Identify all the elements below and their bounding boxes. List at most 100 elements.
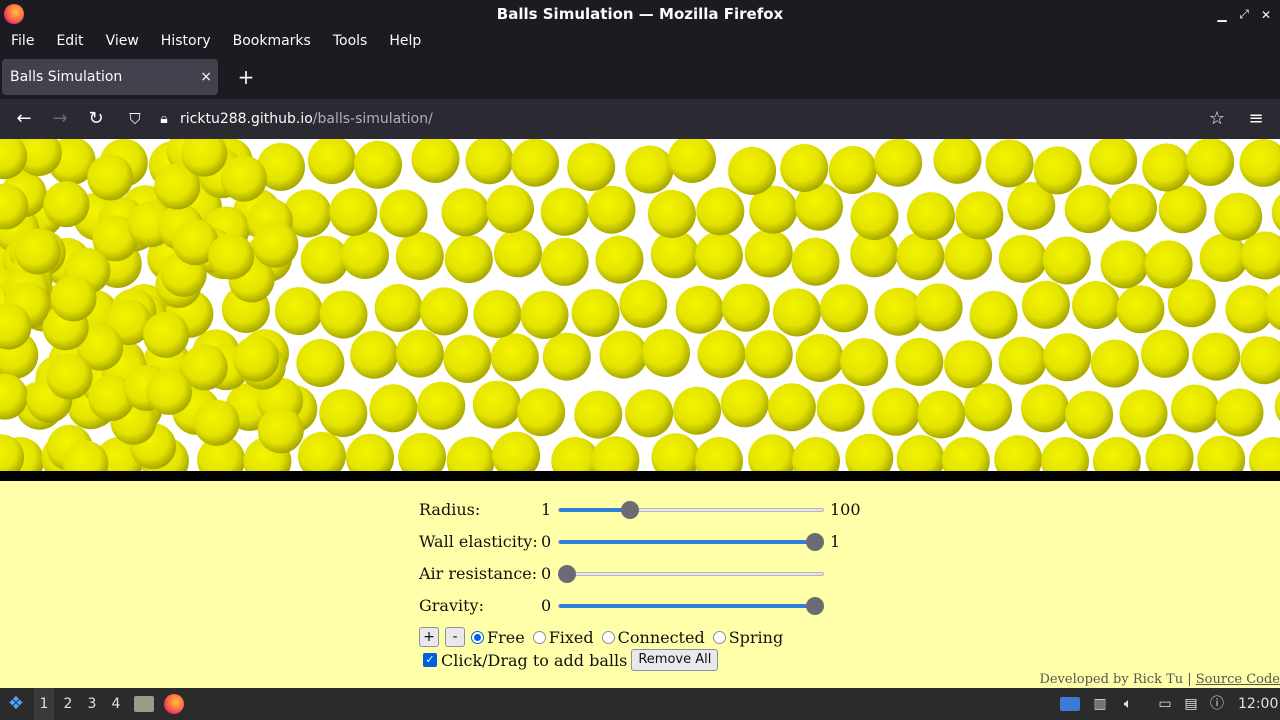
- ball: [443, 334, 492, 383]
- tab-close-icon[interactable]: ×: [200, 59, 212, 95]
- ball: [329, 188, 378, 236]
- gravity-label: Gravity:: [419, 596, 484, 615]
- remove-all-button[interactable]: Remove All: [631, 649, 719, 671]
- ball: [486, 185, 534, 233]
- ball: [941, 437, 990, 471]
- ball: [520, 290, 569, 339]
- simulation-canvas[interactable]: [0, 139, 1280, 471]
- back-arrow-icon[interactable]: ←: [12, 107, 36, 131]
- credit-text: Developed by Rick Tu |: [1039, 672, 1192, 687]
- remove-ball-button[interactable]: -: [445, 627, 465, 647]
- radius-slider[interactable]: [558, 501, 824, 519]
- file-manager-icon[interactable]: [134, 696, 154, 712]
- clipboard-icon[interactable]: ▤: [1182, 688, 1200, 720]
- mode-fixed-radio[interactable]: Fixed: [532, 628, 594, 647]
- radio-circle[interactable]: [712, 630, 726, 644]
- ball: [354, 140, 402, 189]
- workspace-1[interactable]: 1: [34, 688, 54, 720]
- bookmark-star-icon[interactable]: ☆: [1205, 107, 1229, 131]
- hamburger-menu-icon[interactable]: ≡: [1244, 107, 1268, 131]
- ball: [792, 437, 840, 471]
- ball: [795, 334, 844, 382]
- ball: [446, 436, 495, 471]
- ball: [994, 435, 1043, 471]
- menu-tools[interactable]: Tools: [322, 29, 379, 53]
- menu-file[interactable]: File: [0, 29, 45, 53]
- radio-circle[interactable]: [471, 630, 484, 644]
- workspace-3[interactable]: 3: [82, 688, 102, 720]
- start-menu-icon[interactable]: ❖: [4, 688, 28, 720]
- source-code-link[interactable]: Source Code: [1196, 672, 1280, 687]
- tab-label: Balls Simulation: [10, 69, 123, 85]
- ball: [1119, 389, 1168, 438]
- volume-icon[interactable]: 🔈︎: [1120, 688, 1136, 720]
- mode-free-radio[interactable]: Free: [471, 628, 525, 647]
- ball: [998, 234, 1047, 283]
- ball: [43, 181, 90, 228]
- mode-spring-radio[interactable]: Spring: [712, 628, 783, 647]
- ball: [346, 433, 394, 471]
- ball: [193, 399, 240, 446]
- ball: [964, 383, 1013, 432]
- ball: [872, 387, 921, 436]
- ball: [1090, 339, 1139, 388]
- lock-icon[interactable]: 🔒︎: [152, 107, 176, 131]
- radius-slider-fill: [559, 508, 631, 512]
- ball: [1100, 240, 1149, 289]
- ball: [1021, 384, 1069, 433]
- click-drag-checkbox[interactable]: ✓: [423, 653, 437, 667]
- ball: [744, 330, 793, 379]
- workspace-4[interactable]: 4: [106, 688, 126, 720]
- update-icon[interactable]: ⓘ: [1208, 688, 1226, 720]
- ball: [907, 192, 955, 241]
- navigation-bar: ← → ↻ ⛉ 🔒︎ ricktu288.github.io/balls-sim…: [0, 99, 1280, 139]
- url-bar[interactable]: ricktu288.github.io/balls-simulation/: [180, 99, 433, 139]
- desktop-icon[interactable]: [1060, 697, 1080, 711]
- ball: [379, 189, 428, 238]
- air-resistance-slider-thumb[interactable]: [557, 565, 576, 583]
- firefox-taskbar-icon[interactable]: [164, 694, 184, 714]
- ball: [1144, 240, 1193, 289]
- forward-arrow-icon[interactable]: →: [48, 107, 72, 131]
- maximize-icon[interactable]: ⤢: [1238, 7, 1250, 22]
- radius-slider-thumb[interactable]: [621, 501, 640, 519]
- ball: [1249, 437, 1280, 471]
- add-ball-button[interactable]: +: [419, 627, 439, 647]
- storage-icon[interactable]: ▥: [1092, 688, 1108, 720]
- menu-view[interactable]: View: [95, 29, 150, 53]
- ball: [1199, 233, 1248, 282]
- ball: [395, 232, 444, 280]
- mode-connected-radio[interactable]: Connected: [601, 628, 705, 647]
- ball: [341, 231, 389, 279]
- air-resistance-slider[interactable]: [557, 565, 824, 583]
- gravity-slider-thumb[interactable]: [806, 597, 825, 615]
- tab-strip: Balls Simulation × +: [0, 53, 1280, 99]
- ball: [1186, 139, 1235, 186]
- workspace-2[interactable]: 2: [58, 688, 78, 720]
- ball: [673, 386, 721, 435]
- menu-bookmarks[interactable]: Bookmarks: [222, 29, 322, 53]
- shield-icon[interactable]: ⛉: [123, 107, 147, 131]
- reload-icon[interactable]: ↻: [84, 107, 108, 131]
- ball: [625, 389, 674, 438]
- wall-elasticity-slider-fill: [559, 540, 816, 544]
- radio-circle[interactable]: [601, 630, 615, 644]
- ball: [668, 139, 716, 183]
- menu-help[interactable]: Help: [378, 29, 432, 53]
- wall-elasticity-slider-thumb[interactable]: [806, 533, 825, 551]
- gravity-slider[interactable]: [558, 597, 825, 615]
- menu-edit[interactable]: Edit: [45, 29, 94, 53]
- radius-row: Radius: 1 100: [419, 499, 879, 521]
- simulation-floor: [0, 471, 1280, 481]
- wall-elasticity-slider[interactable]: [558, 533, 825, 551]
- ball: [374, 284, 423, 332]
- new-tab-button[interactable]: +: [234, 63, 258, 91]
- ball: [233, 335, 280, 382]
- ball: [1042, 236, 1091, 285]
- menu-history[interactable]: History: [150, 29, 222, 53]
- radio-circle[interactable]: [532, 630, 546, 644]
- close-window-icon[interactable]: ✕: [1260, 8, 1272, 22]
- display-icon[interactable]: ▭: [1156, 688, 1174, 720]
- minimize-icon[interactable]: ▁: [1216, 8, 1228, 22]
- tab-balls-simulation[interactable]: Balls Simulation ×: [2, 59, 218, 95]
